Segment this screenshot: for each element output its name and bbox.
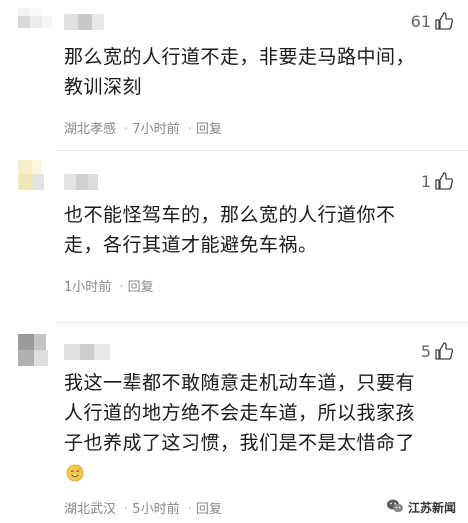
reply-button[interactable]: 回复 — [196, 122, 222, 137]
like-count: 5 — [420, 341, 431, 361]
comment-meta: 1小时前 · 回复 — [64, 276, 154, 295]
sweat-smile-emoji — [66, 464, 84, 482]
comment-line: 走，各行其道才能避免车祸。 — [64, 234, 318, 256]
timestamp: 5小时前 — [132, 502, 180, 517]
username-blurred[interactable] — [64, 344, 110, 360]
comment-line: 教训深刻 — [64, 76, 143, 98]
comment-line: 那么宽的人行道不走，非要走马路中间， — [64, 46, 416, 68]
like-button[interactable]: 5 — [421, 341, 454, 361]
username-blurred[interactable] — [64, 174, 98, 190]
thumbs-up-icon — [434, 171, 454, 191]
like-button[interactable]: 61 — [411, 11, 454, 31]
separator: · — [124, 502, 129, 517]
location: 湖北武汉 — [64, 502, 117, 517]
like-count: 1 — [420, 171, 431, 191]
separator: · — [187, 122, 192, 137]
timestamp: 1小时前 — [64, 280, 112, 295]
reply-button[interactable]: 回复 — [128, 280, 154, 295]
divider — [56, 322, 468, 323]
reply-button[interactable]: 回复 — [196, 502, 222, 517]
separator: · — [119, 280, 124, 295]
thumbs-up-icon — [434, 341, 454, 361]
comment-meta: 湖北孝感 · 7小时前 · 回复 — [64, 118, 222, 137]
username-blurred[interactable] — [64, 14, 104, 30]
comment-line: 我这一辈都不敢随意走机动车道，只要有 — [64, 372, 416, 394]
comment-line: 也不能怪驾车的，那么宽的人行道你不 — [64, 204, 396, 226]
like-count: 61 — [410, 11, 431, 31]
wechat-watermark: 江苏新闻 — [386, 498, 456, 517]
separator: · — [124, 122, 129, 137]
location: 湖北孝感 — [64, 122, 117, 137]
thumbs-up-icon — [434, 11, 454, 31]
watermark-text: 江苏新闻 — [407, 501, 456, 515]
comment-text: 也不能怪驾车的，那么宽的人行道你不 走，各行其道才能避免车祸。 — [64, 200, 456, 260]
comment-meta: 湖北武汉 · 5小时前 · 回复 — [64, 498, 222, 517]
comment-text: 我这一辈都不敢随意走机动车道，只要有 人行道的地方绝不会走车道，所以我家孩 子也… — [64, 368, 456, 458]
wechat-icon — [386, 498, 404, 517]
separator: · — [187, 502, 192, 517]
avatar[interactable] — [18, 160, 52, 192]
like-button[interactable]: 1 — [421, 171, 454, 191]
comment-line: 子也养成了这习惯，我们是不是太惜命了 — [64, 432, 416, 454]
divider — [56, 150, 468, 151]
avatar[interactable] — [18, 334, 52, 368]
comment-text: 那么宽的人行道不走，非要走马路中间， 教训深刻 — [64, 42, 456, 102]
timestamp: 7小时前 — [132, 122, 180, 137]
avatar[interactable] — [18, 8, 52, 38]
comment-line: 人行道的地方绝不会走车道，所以我家孩 — [64, 402, 416, 424]
